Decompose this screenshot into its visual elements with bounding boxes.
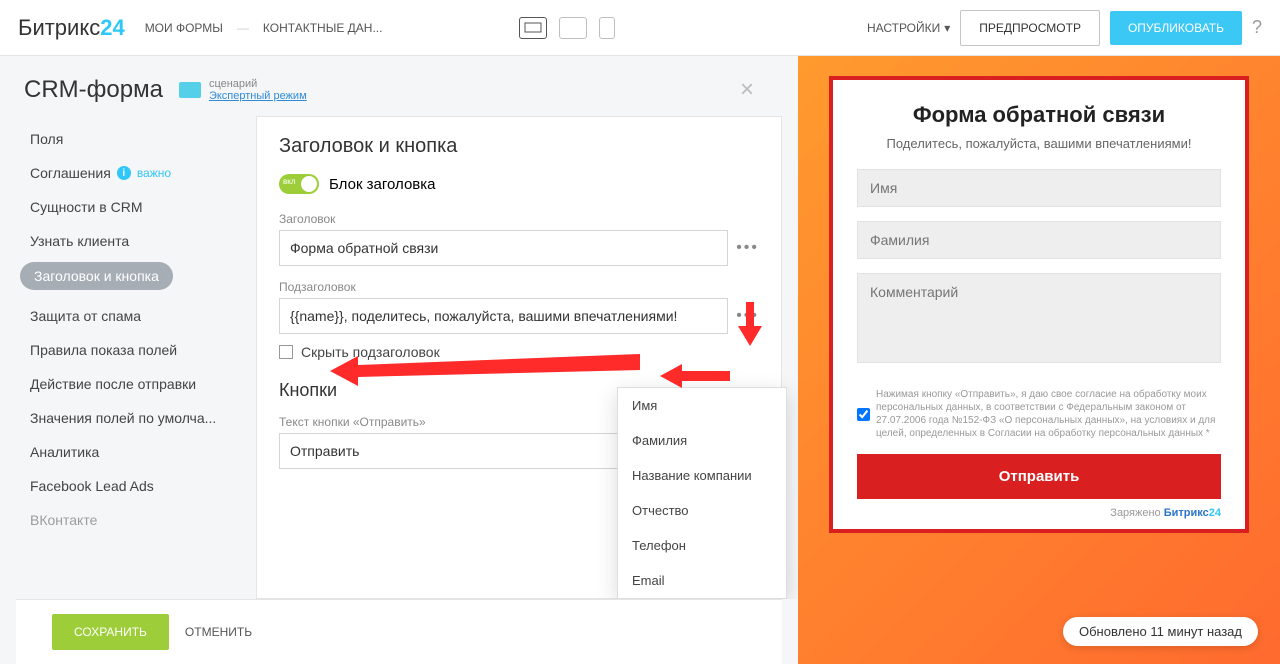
preview-surname-input[interactable] (857, 221, 1221, 259)
popup-item-middle[interactable]: Отчество (618, 493, 786, 528)
preview-title: Форма обратной связи (857, 102, 1221, 128)
sidebar-item-crm-entities[interactable]: Сущности в CRM (16, 190, 256, 224)
sidebar-item-facebook[interactable]: Facebook Lead Ads (16, 469, 256, 503)
preview-consent-checkbox[interactable] (857, 389, 870, 440)
preview-comment-input[interactable] (857, 273, 1221, 363)
sidebar-item-header-button[interactable]: Заголовок и кнопка (20, 262, 173, 290)
settings-panel: Заголовок и кнопка вкл Блок заголовка За… (256, 116, 782, 599)
settings-link[interactable]: НАСТРОЙКИ▾ (867, 21, 950, 35)
sidebar-item-identify[interactable]: Узнать клиента (16, 224, 256, 258)
title-more-icon[interactable]: ••• (736, 239, 759, 257)
preview-subtitle: Поделитесь, пожалуйста, вашими впечатлен… (857, 136, 1221, 151)
title-label: Заголовок (279, 212, 759, 226)
breadcrumb-my-forms[interactable]: МОИ ФОРМЫ (145, 21, 223, 35)
title-input[interactable] (279, 230, 728, 266)
expert-mode-link[interactable]: Экспертный режим (209, 90, 307, 102)
sidebar-item-defaults[interactable]: Значения полей по умолча... (16, 401, 256, 435)
page-title: CRM-форма (24, 76, 163, 104)
device-desktop-icon[interactable] (519, 17, 547, 39)
logo: Битрикс24 (18, 15, 125, 41)
popup-item-company[interactable]: Название компании (618, 458, 786, 493)
header-block-toggle[interactable]: вкл (279, 174, 319, 194)
sidebar-item-spam[interactable]: Защита от спама (16, 299, 256, 333)
popup-item-name[interactable]: Имя (618, 388, 786, 423)
sidebar-item-analytics[interactable]: Аналитика (16, 435, 256, 469)
powered-by: Заряжено Битрикс24 (857, 507, 1221, 519)
device-tablet-icon[interactable] (559, 17, 587, 39)
mode-label: сценарий (209, 78, 307, 90)
hide-subtitle-label: Скрыть подзаголовок (301, 344, 440, 360)
hide-subtitle-checkbox[interactable] (279, 345, 293, 359)
status-pill: Обновлено 11 минут назад (1063, 617, 1258, 646)
info-text: важно (137, 166, 171, 180)
sidebar-item-after-submit[interactable]: Действие после отправки (16, 367, 256, 401)
sidebar-item-agreements[interactable]: Соглашения i важно (16, 156, 256, 190)
panel-heading: Заголовок и кнопка (279, 135, 759, 158)
device-switcher (519, 17, 615, 39)
close-icon[interactable]: × (740, 76, 754, 104)
subtitle-label: Подзаголовок (279, 280, 759, 294)
preview-name-input[interactable] (857, 169, 1221, 207)
breadcrumb-current: КОНТАКТНЫЕ ДАН... (263, 21, 383, 35)
subtitle-input[interactable] (279, 298, 728, 334)
cancel-button[interactable]: ОТМЕНИТЬ (185, 625, 252, 639)
device-mobile-icon[interactable] (599, 17, 615, 39)
sidebar-item-display-rules[interactable]: Правила показа полей (16, 333, 256, 367)
preview-card: Форма обратной связи Поделитесь, пожалуй… (829, 76, 1249, 533)
sidebar-item-vk[interactable]: ВКонтакте (16, 503, 256, 537)
preview-submit-button[interactable]: Отправить (857, 454, 1221, 499)
toggle-label: Блок заголовка (329, 176, 436, 193)
scenario-icon (179, 82, 201, 98)
subtitle-more-icon[interactable]: ••• (736, 307, 759, 325)
sidebar: Поля Соглашения i важно Сущности в CRM У… (16, 116, 256, 599)
sidebar-item-fields[interactable]: Поля (16, 122, 256, 156)
breadcrumb-sep: — (237, 21, 249, 35)
save-button[interactable]: СОХРАНИТЬ (52, 614, 169, 650)
popup-item-phone[interactable]: Телефон (618, 528, 786, 563)
popup-item-email[interactable]: Email (618, 563, 786, 598)
preview-button[interactable]: ПРЕДПРОСМОТР (960, 10, 1100, 46)
info-icon: i (117, 166, 131, 180)
preview-consent-text: Нажимая кнопку «Отправить», я даю свое с… (876, 388, 1221, 440)
help-icon[interactable]: ? (1252, 17, 1262, 38)
mode-badge[interactable]: сценарий Экспертный режим (179, 78, 307, 102)
popup-item-surname[interactable]: Фамилия (618, 423, 786, 458)
chevron-down-icon: ▾ (944, 21, 950, 35)
breadcrumb: МОИ ФОРМЫ — КОНТАКТНЫЕ ДАН... (145, 21, 383, 35)
publish-button[interactable]: ОПУБЛИКОВАТЬ (1110, 11, 1242, 45)
field-token-popup: Имя Фамилия Название компании Отчество Т… (617, 387, 787, 599)
